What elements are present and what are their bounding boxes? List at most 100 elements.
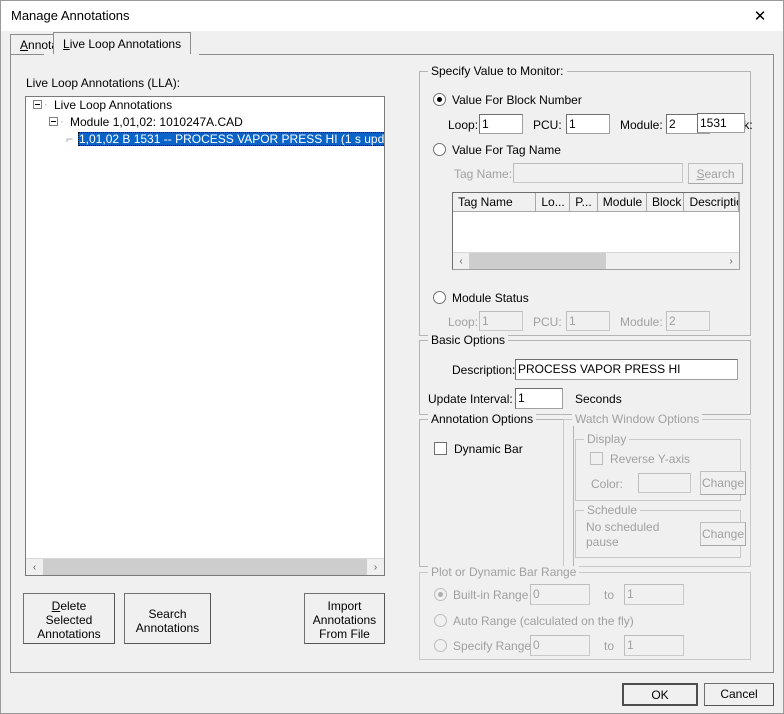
module-status-module-label: Module: — [620, 315, 663, 329]
basic-options-legend: Basic Options — [428, 334, 509, 347]
color-swatch[interactable] — [638, 473, 691, 493]
radio-auto-range[interactable] — [434, 614, 447, 627]
tree-node-module[interactable]: · Module 1,01,02: 1010247A.CAD — [26, 114, 384, 131]
collapse-icon[interactable] — [33, 100, 42, 110]
tree-horizontal-scrollbar[interactable]: ‹ › — [26, 558, 384, 575]
tree-connector: · — [60, 116, 64, 129]
dynamic-bar-label: Dynamic Bar — [454, 442, 523, 456]
tab-panel-seam — [44, 54, 199, 55]
scroll-left-icon[interactable]: ‹ — [453, 253, 469, 270]
close-icon[interactable]: ✕ — [737, 1, 783, 31]
search-tag-button[interactable]: Search — [688, 163, 743, 184]
tab-live-loop-annotations-label: ive Loop Annotations — [69, 37, 182, 51]
change-color-button[interactable]: Change — [700, 471, 746, 495]
scroll-track[interactable] — [43, 558, 367, 575]
module-status-module-input[interactable]: 2 — [666, 311, 710, 331]
pcu-label: PCU: — [533, 118, 562, 132]
delete-button-accel: D — [51, 599, 61, 613]
tag-name-input[interactable] — [513, 163, 683, 183]
tag-results-header-row: Tag Name Lo... P... Module Block Descrip… — [453, 193, 739, 212]
specify-value-group: Specify Value to Monitor: Value For Bloc… — [419, 65, 753, 336]
column-header-tag-name[interactable]: Tag Name — [453, 193, 537, 212]
column-header-block[interactable]: Block — [646, 193, 685, 212]
schedule-legend: Schedule — [584, 504, 641, 517]
cancel-button[interactable]: Cancel — [704, 683, 774, 706]
watch-window-options-group: Watch Window Options Display Reverse Y-a… — [563, 413, 751, 567]
builtin-range-to-label: to — [604, 588, 615, 602]
scroll-right-icon[interactable]: › — [367, 558, 384, 575]
column-header-description[interactable]: Description — [684, 193, 739, 212]
specify-range-to-input[interactable]: 1 — [624, 635, 684, 656]
plot-range-legend: Plot or Dynamic Bar Range — [428, 566, 580, 579]
auto-range-label: Auto Range (calculated on the fly) — [453, 614, 634, 628]
import-annotations-from-file-button[interactable]: Import Annotations From File — [304, 593, 385, 644]
module-status-loop-label: Loop: — [448, 315, 479, 329]
delete-selected-annotations-button[interactable]: Delete Selected Annotations — [23, 593, 115, 644]
lla-list-label: Live Loop Annotations (LLA): — [26, 76, 181, 90]
watch-window-options-legend: Watch Window Options — [572, 413, 703, 426]
builtin-range-from-input[interactable]: 0 — [530, 584, 590, 605]
description-label: Description: — [452, 363, 516, 377]
tree-connector: ⌐ — [66, 132, 74, 147]
scroll-right-icon[interactable]: › — [723, 253, 739, 270]
search-annotations-button[interactable]: Search Annotations — [124, 593, 211, 644]
tree-node-annotation[interactable]: ⌐ 1,01,02 B 1531 -- PROCESS VAPOR PRESS H… — [26, 131, 384, 148]
radio-value-for-block-number[interactable] — [433, 93, 446, 106]
tree-connector: · — [44, 99, 48, 112]
scroll-left-icon[interactable]: ‹ — [26, 558, 43, 575]
manage-annotations-dialog: Manage Annotations ✕ Annotations Live Lo… — [0, 0, 784, 714]
delete-button-line2: Selected — [45, 613, 93, 627]
tag-results-table[interactable]: Tag Name Lo... P... Module Block Descrip… — [452, 192, 740, 270]
radio-builtin-range[interactable] — [434, 588, 447, 601]
block-input[interactable]: 1531 — [697, 113, 745, 133]
dynamic-bar-checkbox[interactable] — [434, 442, 447, 455]
scroll-thumb[interactable] — [469, 252, 607, 269]
annotations-tree[interactable]: · Live Loop Annotations · Module 1,01,02: … — [25, 96, 385, 576]
display-group: Display Reverse Y-axis Color: Change — [575, 433, 746, 501]
collapse-icon[interactable] — [49, 117, 58, 127]
ok-button[interactable]: OK — [622, 683, 698, 706]
update-interval-label: Update Interval: — [428, 392, 513, 406]
column-header-loop[interactable]: Lo... — [536, 193, 571, 212]
module-status-loop-input[interactable]: 1 — [479, 311, 523, 331]
schedule-group: Schedule No scheduled pause Change — [575, 504, 746, 558]
color-label: Color: — [591, 477, 624, 491]
annotation-options-legend: Annotation Options — [428, 413, 537, 426]
module-label: Module: — [620, 118, 663, 132]
column-header-module[interactable]: Module — [597, 193, 647, 212]
change-schedule-button[interactable]: Change — [700, 522, 746, 546]
search-button-line1: Search — [148, 607, 187, 621]
tag-name-label: Tag Name: — [454, 167, 513, 181]
reverse-y-axis-label: Reverse Y-axis — [610, 452, 691, 466]
module-status-pcu-label: PCU: — [533, 315, 562, 329]
module-status-pcu-input[interactable]: 1 — [566, 311, 610, 331]
builtin-range-to-input[interactable]: 1 — [624, 584, 684, 605]
radio-module-status[interactable] — [433, 291, 446, 304]
tab-live-loop-annotations[interactable]: Live Loop Annotations — [53, 32, 192, 55]
tree-node-module-label: Module 1,01,02: 1010247A.CAD — [70, 115, 243, 129]
tree-node-annotation-label: 1,01,02 B 1531 -- PROCESS VAPOR PRESS HI… — [78, 132, 384, 146]
update-interval-input[interactable]: 1 — [515, 388, 563, 409]
search-tag-rest: earch — [704, 166, 735, 181]
loop-input[interactable]: 1 — [479, 114, 523, 134]
import-button-line3: From File — [319, 627, 370, 641]
reverse-y-axis-checkbox[interactable] — [590, 452, 603, 465]
scroll-thumb[interactable] — [43, 558, 367, 575]
basic-options-group: Basic Options Description: PROCESS VAPOR… — [419, 334, 751, 415]
pcu-input[interactable]: 1 — [566, 114, 610, 134]
import-button-line1: Import — [327, 599, 362, 613]
radio-value-for-tag-name[interactable] — [433, 143, 446, 156]
tag-results-horizontal-scrollbar[interactable]: ‹ › — [453, 252, 739, 269]
tab-strip: Annotations Live Loop Annotations — [10, 32, 774, 55]
radio-specify-range[interactable] — [434, 639, 447, 652]
scroll-track[interactable] — [469, 252, 723, 269]
specify-range-label: Specify Range — [453, 639, 532, 653]
specify-range-to-label: to — [604, 639, 615, 653]
column-header-pcu[interactable]: P... — [570, 193, 598, 212]
schedule-status-line2: pause — [586, 535, 619, 549]
description-input[interactable]: PROCESS VAPOR PRESS HI — [515, 359, 738, 380]
tree-node-root[interactable]: · Live Loop Annotations — [26, 97, 384, 114]
delete-button-line1: elete — [60, 599, 87, 613]
specify-value-legend: Specify Value to Monitor: — [428, 65, 567, 78]
specify-range-from-input[interactable]: 0 — [530, 635, 590, 656]
